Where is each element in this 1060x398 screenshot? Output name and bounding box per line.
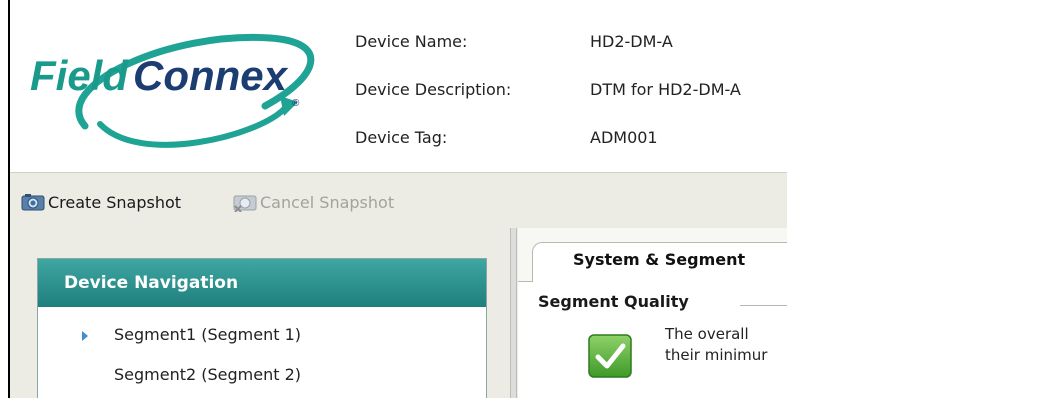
detail-panel: Segment Quality The overall their minimu… xyxy=(518,228,787,398)
segment-quality-title: Segment Quality xyxy=(538,292,689,311)
quality-line-2: their minimur xyxy=(665,346,768,364)
section-divider xyxy=(740,305,787,306)
tab-system-segment[interactable]: System & Segment xyxy=(532,242,787,282)
panel-splitter[interactable] xyxy=(510,228,517,398)
device-tag-label: Device Tag: xyxy=(355,128,448,147)
tab-system-segment-label: System & Segment xyxy=(573,250,746,269)
fieldconnex-logo: Field Connex ® xyxy=(30,33,315,148)
camera-cancel-icon xyxy=(233,195,257,212)
check-icon xyxy=(588,334,632,378)
toolbar: Create Snapshot Cancel Snapshot xyxy=(10,172,787,228)
nav-item-segment1[interactable]: Segment1 (Segment 1) xyxy=(114,325,301,344)
selected-arrow-icon xyxy=(82,331,88,341)
device-description-label: Device Description: xyxy=(355,80,512,99)
application-window: Field Connex ® Device Name: HD2-DM-A Dev… xyxy=(0,0,787,398)
content-area: Device Navigation Segment1 (Segment 1) S… xyxy=(10,228,787,398)
create-snapshot-button[interactable]: Create Snapshot xyxy=(20,191,181,213)
device-name-value: HD2-DM-A xyxy=(590,32,673,51)
device-header: Field Connex ® Device Name: HD2-DM-A Dev… xyxy=(10,0,787,172)
svg-text:Field: Field xyxy=(30,52,129,99)
svg-text:®: ® xyxy=(292,98,300,109)
camera-icon xyxy=(21,194,45,211)
device-navigation-title: Device Navigation xyxy=(38,259,486,307)
create-snapshot-label: Create Snapshot xyxy=(48,192,182,212)
quality-line-1: The overall xyxy=(665,325,749,343)
device-name-label: Device Name: xyxy=(355,32,468,51)
svg-text:Connex: Connex xyxy=(133,52,289,99)
tab-content: Segment Quality The overall their minimu… xyxy=(518,281,787,398)
nav-item-segment2[interactable]: Segment2 (Segment 2) xyxy=(114,365,301,384)
device-description-value: DTM for HD2-DM-A xyxy=(590,80,741,99)
quality-description: The overall their minimur xyxy=(665,324,767,366)
cancel-snapshot-label: Cancel Snapshot xyxy=(260,192,395,212)
device-navigation-panel: Device Navigation Segment1 (Segment 1) S… xyxy=(37,258,487,398)
device-tag-value: ADM001 xyxy=(590,128,658,147)
cancel-snapshot-button[interactable]: Cancel Snapshot xyxy=(232,191,394,213)
